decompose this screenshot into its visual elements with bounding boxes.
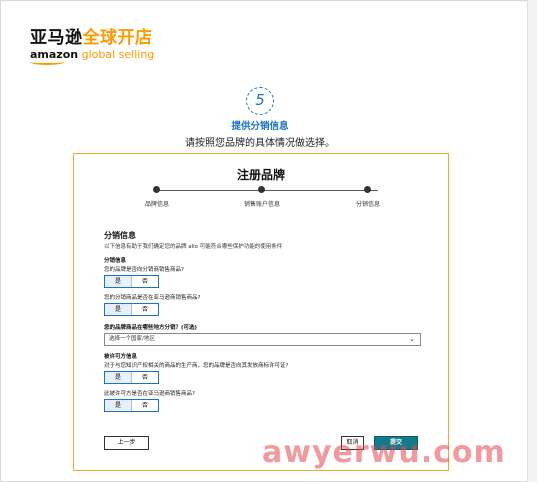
q5-yes-button[interactable]: 是 xyxy=(104,399,132,412)
logo-en-sub: global selling xyxy=(81,48,155,61)
country-select[interactable]: 选择一个国家/地区 ⌄ xyxy=(104,333,421,346)
section-description: 以下信息有助于我们确定您的品牌 allo 可能符合哪些保护功能的使用条件 xyxy=(104,244,283,250)
country-select-value: 选择一个国家/地区 xyxy=(109,336,155,342)
q5-no-button[interactable]: 否 xyxy=(131,400,158,411)
q1-label: 分销信息 xyxy=(104,258,127,264)
watermark: awyerwu.com xyxy=(262,435,506,470)
logo-english: amazon global selling xyxy=(30,48,154,61)
progress-dot-3 xyxy=(364,186,371,193)
q3-label: 您的品牌商品在哪些地方分销？(可选) xyxy=(104,325,198,331)
step-subtitle: 请按照您品牌的具体情况做选择。 xyxy=(185,138,335,149)
brand-registration-card: 注册品牌 品牌信息 销售账户信息 分销信息 分销信息 以下信息有助于我们确定您的… xyxy=(73,153,449,471)
q4-label: 被许可方信息 xyxy=(104,354,138,360)
step-number-badge: 5 xyxy=(246,87,274,115)
q1-no-button[interactable]: 否 xyxy=(131,276,158,287)
progress-line xyxy=(156,190,378,191)
logo-chinese: 亚马逊全球开店 xyxy=(30,28,154,48)
q4-no-button[interactable]: 否 xyxy=(131,372,158,383)
progress-label-3: 分销信息 xyxy=(355,201,381,208)
q2-yes-button[interactable]: 是 xyxy=(104,303,132,316)
back-button[interactable]: 上一步 xyxy=(104,436,149,450)
logo-cn-orange: 全球开店 xyxy=(82,28,153,48)
progress-label-1: 品牌信息 xyxy=(144,201,170,208)
progress-dot-1 xyxy=(153,186,160,193)
q5-toggle: 是 否 xyxy=(104,399,159,412)
chevron-down-icon: ⌄ xyxy=(409,335,415,343)
card-title: 注册品牌 xyxy=(236,168,285,182)
scrollbar[interactable] xyxy=(527,0,537,482)
q5-text: 此被许可方是否在亚马逊商销售商品? xyxy=(104,391,195,397)
q2-text: 您的分销商品是否在亚马逊商销售商品? xyxy=(104,295,201,301)
q1-toggle: 是 否 xyxy=(104,275,159,288)
progress-dot-2 xyxy=(258,186,265,193)
progress-label-2: 销售账户信息 xyxy=(243,201,281,208)
amazon-global-selling-logo: 亚马逊全球开店 amazon global selling xyxy=(30,28,154,65)
q4-yes-button[interactable]: 是 xyxy=(104,371,132,384)
q1-yes-button[interactable]: 是 xyxy=(104,275,132,288)
q1-text: 您的品牌是否向分销商销售商品? xyxy=(104,267,184,273)
q2-toggle: 是 否 xyxy=(104,303,159,316)
q4-text: 对于与您知识产权相关的商品的生产商，您的品牌是否向其发放商标许可证? xyxy=(104,363,289,369)
q2-no-button[interactable]: 否 xyxy=(131,304,158,315)
step-title: 提供分销信息 xyxy=(231,121,289,132)
q4-toggle: 是 否 xyxy=(104,371,159,384)
logo-cn-dark: 亚马逊 xyxy=(30,28,83,48)
section-title: 分销信息 xyxy=(104,231,136,240)
logo-en-brand: amazon xyxy=(30,48,79,61)
